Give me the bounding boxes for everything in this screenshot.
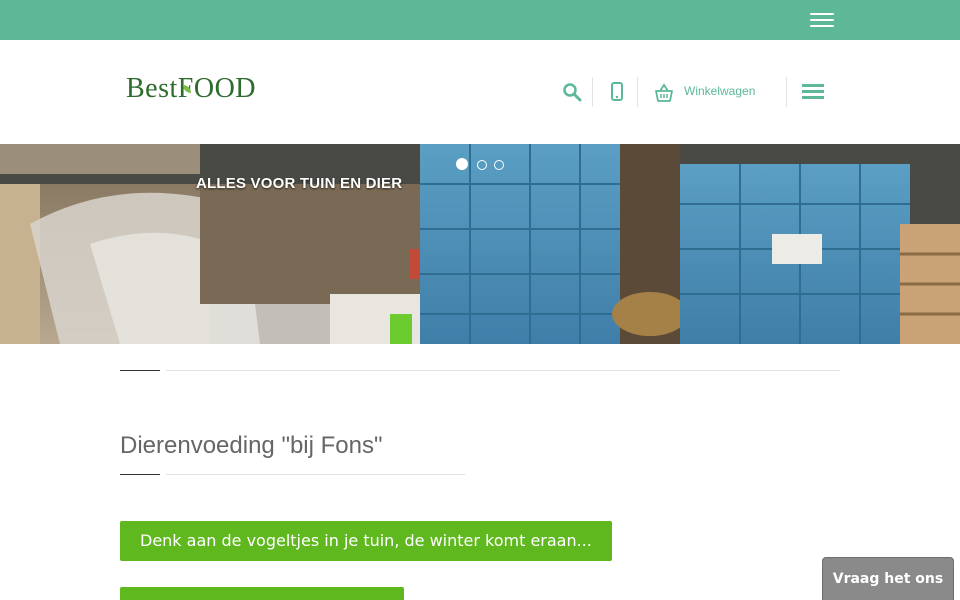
title-underline-accent (120, 474, 160, 475)
section-divider (166, 370, 840, 371)
ask-us-button[interactable]: Vraag het ons (822, 557, 954, 600)
hamburger-icon[interactable] (808, 10, 836, 30)
article-link-button[interactable] (120, 587, 404, 600)
section-divider-accent (120, 370, 160, 371)
site-header: BestFOOD Winkelwagen (0, 40, 960, 144)
article-link-button[interactable]: Denk aan de vogeltjes in je tuin, de win… (120, 521, 612, 561)
cart-button[interactable]: Winkelwagen (654, 80, 784, 104)
title-underline (166, 474, 465, 475)
slider-dot[interactable] (456, 158, 468, 170)
cart-label: Winkelwagen (684, 84, 756, 98)
basket-icon (655, 83, 673, 102)
hero-caption: ALLES VOOR TUIN EN DIER (196, 175, 403, 192)
top-bar (0, 0, 960, 40)
slider-dot[interactable] (477, 160, 487, 170)
slider-dot[interactable] (494, 160, 504, 170)
header-separator (786, 77, 787, 107)
hero-slider: ALLES VOOR TUIN EN DIER (0, 144, 960, 344)
header-separator (637, 77, 638, 107)
search-button[interactable] (562, 82, 582, 102)
logo-text: BestFOOD (126, 73, 257, 104)
page-title: Dierenvoeding "bij Fons" (120, 432, 383, 459)
main-menu-button[interactable] (802, 84, 824, 100)
hero-image (0, 144, 960, 344)
search-icon (563, 83, 582, 102)
phone-button[interactable] (610, 82, 624, 102)
site-logo[interactable]: BestFOOD (126, 73, 256, 105)
phone-icon (611, 82, 623, 101)
header-separator (592, 77, 593, 107)
